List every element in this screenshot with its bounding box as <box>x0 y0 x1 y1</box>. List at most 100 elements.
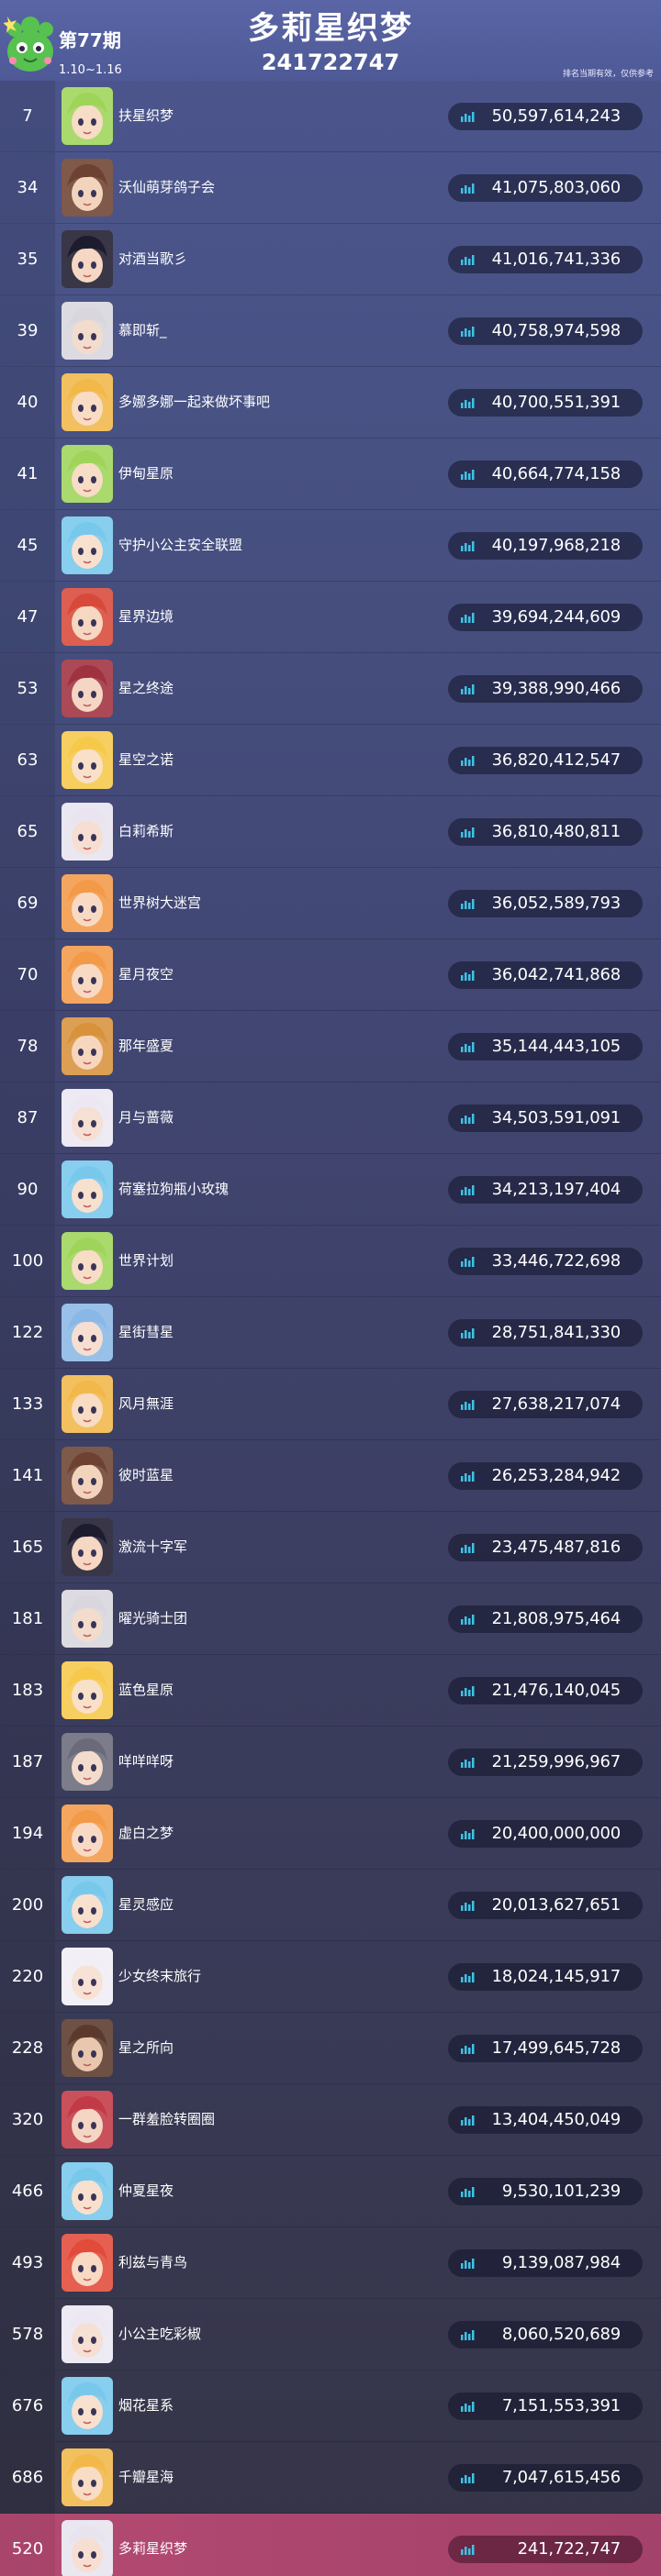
guild-name: 多娜多娜一起来做坏事吧 <box>118 394 271 410</box>
rank-number: 200 <box>0 1870 55 1940</box>
ranking-row[interactable]: 100 世界计划 33,446,722,698 <box>0 1226 661 1297</box>
ranking-row[interactable]: 220 少女终末旅行 18,024,145,917 <box>0 1941 661 2013</box>
score-pill: 21,476,140,045 <box>448 1677 643 1704</box>
score-value: 27,638,217,074 <box>491 1394 622 1414</box>
ranking-row[interactable]: 40 多娜多娜一起来做坏事吧 40,700,551,391 <box>0 367 661 439</box>
guild-name: 伊甸星原 <box>118 465 174 482</box>
rank-number: 40 <box>0 367 55 438</box>
ranking-row[interactable]: 41 伊甸星原 40,664,774,158 <box>0 439 661 510</box>
rank-number: 165 <box>0 1512 55 1582</box>
page-title: 多莉星织梦 <box>248 10 413 47</box>
score-pill: 40,700,551,391 <box>448 389 643 416</box>
score-value: 50,597,614,243 <box>491 106 622 126</box>
score-value: 18,024,145,917 <box>491 1967 622 1986</box>
score-value: 7,151,553,391 <box>501 2396 621 2415</box>
rank-number: 100 <box>0 1226 55 1296</box>
self-ranking-row[interactable]: 520 多莉星织梦 241,722,747 <box>0 2514 661 2576</box>
guild-name: 风月無涯 <box>118 1395 174 1412</box>
ranking-row[interactable]: 228 星之所向 17,499,645,728 <box>0 2013 661 2084</box>
rank-number: 520 <box>0 2514 55 2576</box>
ranking-row[interactable]: 133 风月無涯 27,638,217,074 <box>0 1369 661 1440</box>
rank-number: 183 <box>0 1655 55 1726</box>
guild-name: 少女终末旅行 <box>118 1968 202 1984</box>
score-pill: 9,530,101,239 <box>448 2178 643 2205</box>
rank-number: 87 <box>0 1083 55 1153</box>
rank-number: 7 <box>0 81 55 151</box>
ranking-row[interactable]: 165 激流十字军 23,475,487,816 <box>0 1512 661 1583</box>
ranking-row[interactable]: 493 利兹与青鸟 9,139,087,984 <box>0 2227 661 2299</box>
ranking-row[interactable]: 63 星空之诺 36,820,412,547 <box>0 725 661 796</box>
ranking-row[interactable]: 200 星灵感应 20,013,627,651 <box>0 1870 661 1941</box>
ranking-row[interactable]: 70 星月夜空 36,042,741,868 <box>0 939 661 1011</box>
ranking-row[interactable]: 187 咩咩咩呀 21,259,996,967 <box>0 1727 661 1798</box>
ranking-row[interactable]: 53 星之终途 39,388,990,466 <box>0 653 661 725</box>
ranking-row[interactable]: 45 守护小公主安全联盟 40,197,968,218 <box>0 510 661 582</box>
score-value: 20,400,000,000 <box>491 1824 622 1843</box>
rank-number: 220 <box>0 1941 55 2012</box>
avatar <box>62 1733 113 1791</box>
avatar <box>62 588 113 646</box>
score-value: 40,197,968,218 <box>491 536 622 555</box>
ranking-row[interactable]: 183 蓝色星原 21,476,140,045 <box>0 1655 661 1727</box>
ranking-row[interactable]: 194 虚白之梦 20,400,000,000 <box>0 1798 661 1870</box>
score-pill: 40,758,974,598 <box>448 317 643 345</box>
score-value: 20,013,627,651 <box>491 1895 622 1915</box>
ranking-row[interactable]: 122 星街彗星 28,751,841,330 <box>0 1297 661 1369</box>
rank-number: 70 <box>0 939 55 1010</box>
score-pill: 50,597,614,243 <box>448 103 643 130</box>
bar-chart-icon <box>461 1972 475 1982</box>
ranking-row[interactable]: 47 星界边境 39,694,244,609 <box>0 582 661 653</box>
avatar <box>62 302 113 360</box>
score-pill: 36,042,741,868 <box>448 961 643 989</box>
score-value: 26,253,284,942 <box>491 1466 622 1485</box>
ranking-row[interactable]: 676 烟花星系 7,151,553,391 <box>0 2371 661 2442</box>
ranking-row[interactable]: 141 彼时蓝星 26,253,284,942 <box>0 1440 661 1512</box>
score-value: 34,503,591,091 <box>491 1108 622 1127</box>
ranking-row[interactable]: 466 仲夏星夜 9,530,101,239 <box>0 2156 661 2227</box>
bar-chart-icon <box>461 684 475 694</box>
score-pill: 40,664,774,158 <box>448 461 643 488</box>
ranking-row[interactable]: 78 那年盛夏 35,144,443,105 <box>0 1011 661 1083</box>
guild-name: 多莉星织梦 <box>118 2540 188 2557</box>
ranking-row[interactable]: 34 沃仙萌芽鸽子会 41,075,803,060 <box>0 152 661 224</box>
bar-chart-icon <box>461 2115 475 2126</box>
score-value: 33,446,722,698 <box>491 1251 622 1271</box>
ranking-row[interactable]: 35 对酒当歌彡 41,016,741,336 <box>0 224 661 295</box>
ranking-row[interactable]: 320 一群羞脸转圈圈 13,404,450,049 <box>0 2084 661 2156</box>
avatar <box>62 1518 113 1576</box>
rank-number: 41 <box>0 439 55 509</box>
avatar <box>62 159 113 217</box>
score-pill: 36,810,480,811 <box>448 818 643 846</box>
guild-name: 千瓣星海 <box>118 2469 174 2485</box>
ranking-row[interactable]: 7 扶星织梦 50,597,614,243 <box>0 81 661 152</box>
guild-name: 沃仙萌芽鸽子会 <box>118 179 216 195</box>
avatar <box>62 2019 113 2077</box>
score-value: 23,475,487,816 <box>491 1538 622 1557</box>
ranking-row[interactable]: 686 千瓣星海 7,047,615,456 <box>0 2442 661 2514</box>
ranking-row[interactable]: 69 世界树大迷宫 36,052,589,793 <box>0 868 661 939</box>
disclaimer-note: 排名当期有效，仅供参考 <box>562 70 654 79</box>
ranking-row[interactable]: 39 慕即斩_ 40,758,974,598 <box>0 295 661 367</box>
guild-name: 星界边境 <box>118 608 174 625</box>
bar-chart-icon <box>461 827 475 838</box>
score-value: 21,259,996,967 <box>491 1752 622 1771</box>
avatar <box>62 2162 113 2220</box>
score-value: 9,530,101,239 <box>501 2182 621 2201</box>
ranking-row[interactable]: 90 荷塞拉狗瓶小玫瑰 34,213,197,404 <box>0 1154 661 1226</box>
score-value: 34,213,197,404 <box>491 1180 622 1199</box>
score-pill: 8,060,520,689 <box>448 2321 643 2348</box>
ranking-row[interactable]: 87 月与蔷薇 34,503,591,091 <box>0 1083 661 1154</box>
ranking-row[interactable]: 181 曜光骑士团 21,808,975,464 <box>0 1583 661 1655</box>
guild-name: 那年盛夏 <box>118 1038 174 1054</box>
bar-chart-icon <box>461 971 475 981</box>
bar-chart-icon <box>461 1257 475 1267</box>
guild-name: 曜光骑士团 <box>118 1610 188 1627</box>
guild-name: 月与蔷薇 <box>118 1109 174 1126</box>
guild-name: 彼时蓝星 <box>118 1467 174 1483</box>
ranking-row[interactable]: 578 小公主吃彩椒 8,060,520,689 <box>0 2299 661 2371</box>
score-pill: 34,503,591,091 <box>448 1105 643 1132</box>
ranking-row[interactable]: 65 白莉希斯 36,810,480,811 <box>0 796 661 868</box>
avatar <box>62 1948 113 2005</box>
score-value: 9,139,087,984 <box>501 2253 621 2272</box>
score-value: 40,758,974,598 <box>491 321 622 340</box>
